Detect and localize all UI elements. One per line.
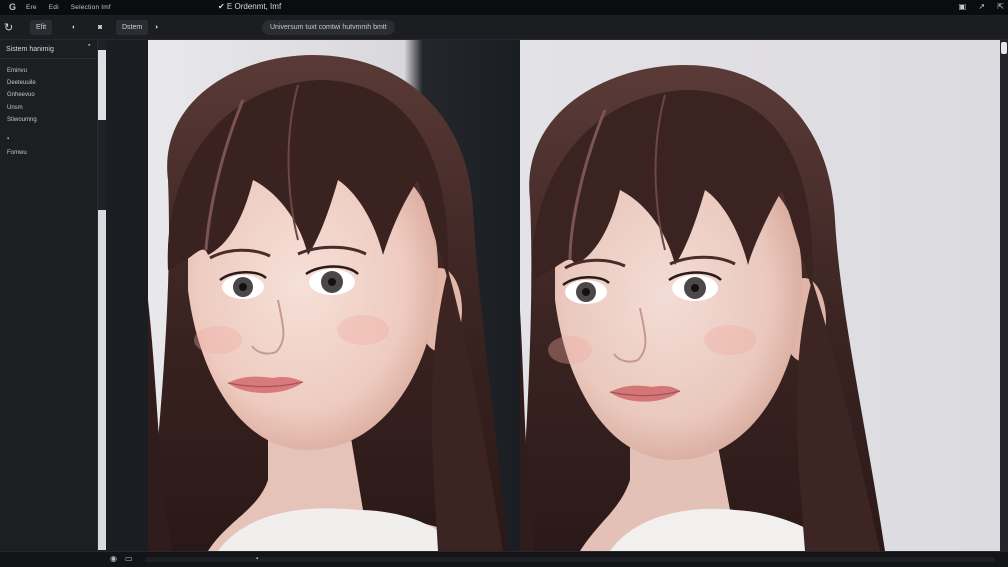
frame-icon[interactable]: ▭ bbox=[125, 554, 133, 563]
panel-item[interactable]: Eminvu bbox=[7, 68, 27, 74]
mode-chip[interactable]: Dstem bbox=[116, 20, 149, 35]
window-controls: ▣ ↗ ⇱ bbox=[949, 2, 1004, 11]
scrubber-handle[interactable]: ▪ bbox=[256, 556, 258, 562]
info-pill[interactable]: Universum tuxt comtwi hutvmmh bmtt bbox=[262, 20, 395, 35]
menu-item-file[interactable]: Ere bbox=[26, 4, 37, 11]
portrait-image-right[interactable] bbox=[520, 40, 1000, 551]
window-snap-icon[interactable]: ▣ bbox=[959, 2, 967, 11]
visibility-icon[interactable]: ◉ bbox=[110, 554, 117, 563]
panel-item[interactable]: Unsm bbox=[7, 105, 23, 111]
status-dot-icon[interactable]: ◐ bbox=[72, 20, 76, 35]
menu-bar: Ere Edi Selection Imf bbox=[26, 4, 121, 11]
portrait-right-graphic bbox=[520, 40, 1000, 551]
menu-item-edit[interactable]: Edi bbox=[49, 4, 59, 11]
image-canvas[interactable] bbox=[106, 40, 1000, 551]
panel-item[interactable]: Fomwu bbox=[7, 150, 27, 156]
panel-item[interactable]: Deeteuuile bbox=[7, 80, 36, 86]
left-panel: Sistem hanimig ▪ Eminvu Deeteuuile Gnhee… bbox=[0, 40, 98, 551]
document-title: ✔ E Ordenmt, Imf bbox=[218, 2, 282, 11]
title-bar: G Ere Edi Selection Imf ✔ E Ordenmt, Imf… bbox=[0, 0, 1008, 16]
panel-item[interactable]: Gnheevuo bbox=[7, 92, 35, 98]
canvas-scroll-thumb[interactable] bbox=[1001, 42, 1007, 54]
panel-header: Sistem hanimig bbox=[6, 46, 54, 53]
edit-chip[interactable]: Efit bbox=[30, 20, 53, 35]
mode-dot-icon[interactable]: ◑ bbox=[154, 20, 158, 35]
panel-item[interactable]: ▪ bbox=[7, 136, 9, 142]
panel-item[interactable]: Stiwoumng bbox=[7, 117, 37, 123]
canvas-scrollbar[interactable] bbox=[1000, 40, 1008, 551]
refresh-icon[interactable]: ↻ bbox=[4, 20, 13, 35]
status-bar: ◉ ▭ ▪ bbox=[0, 551, 1008, 567]
timeline-scrubber[interactable] bbox=[145, 557, 995, 562]
portrait-image-left[interactable] bbox=[148, 40, 514, 551]
fullscreen-icon[interactable]: ⇱ bbox=[997, 2, 1004, 11]
portrait-left-graphic bbox=[148, 40, 514, 551]
panel-scroll-thumb[interactable] bbox=[98, 50, 106, 120]
collapse-icon[interactable]: ▪ bbox=[88, 42, 90, 49]
divider bbox=[0, 58, 98, 59]
toolbar: ↻ Efit ◐ ◙ Dstem ◑ Universum tuxt comtwi… bbox=[0, 16, 1008, 40]
menu-item-selection[interactable]: Selection Imf bbox=[71, 4, 111, 11]
view-toggle-icon[interactable]: ◙ bbox=[98, 20, 102, 35]
panel-scroll-track bbox=[98, 210, 106, 550]
panel-scrollbar[interactable] bbox=[98, 40, 106, 551]
app-logo-icon: G bbox=[9, 2, 17, 12]
share-icon[interactable]: ↗ bbox=[978, 2, 985, 11]
